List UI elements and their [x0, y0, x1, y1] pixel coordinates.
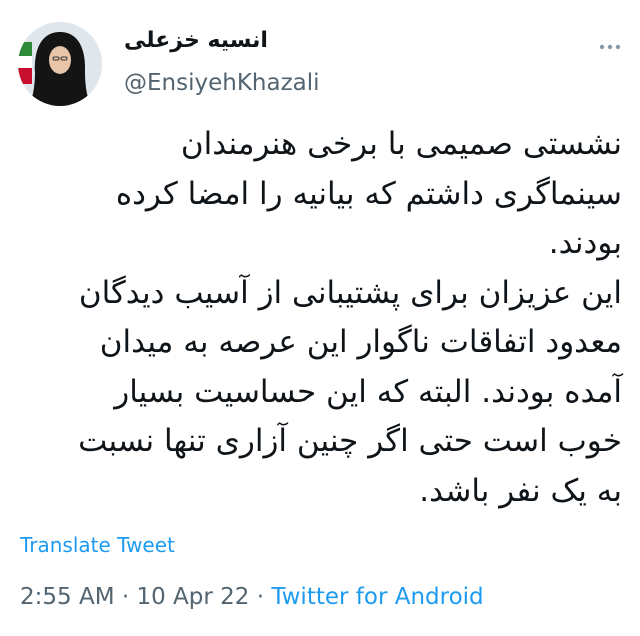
tweet-text: نشستی صمیمی با برخی هنرمندان سینماگری دا… [78, 126, 622, 509]
profile-photo-icon [18, 22, 102, 106]
tweet-time[interactable]: 2:55 AM [20, 584, 115, 610]
tweet-metadata: 2:55 AM · 10 Apr 22 · Twitter for Androi… [20, 584, 484, 610]
author-display-name[interactable]: انسیه خزعلی [124, 28, 324, 53]
tweet-date[interactable]: 10 Apr 22 [136, 584, 249, 610]
author-handle[interactable]: @EnsiyehKhazali [124, 70, 320, 96]
tweet-source-link[interactable]: Twitter for Android [271, 584, 483, 610]
meta-separator: · [256, 584, 265, 610]
meta-separator: · [121, 584, 130, 610]
avatar[interactable] [18, 22, 102, 106]
translate-tweet-link[interactable]: Translate Tweet [20, 533, 175, 557]
more-options-icon[interactable] [596, 40, 624, 54]
